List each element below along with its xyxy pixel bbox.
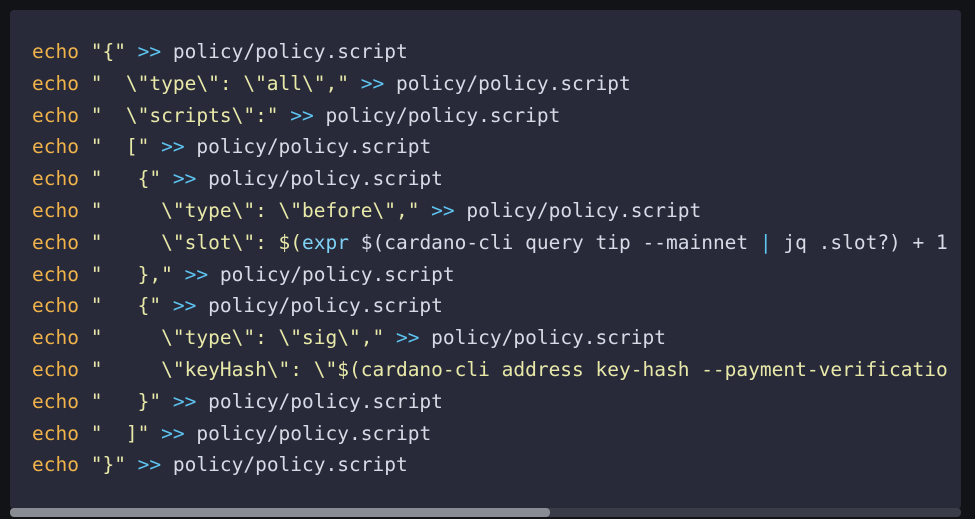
code-line: echo "{" >> policy/policy.script (32, 36, 961, 68)
code-operator: >> (395, 326, 420, 350)
code-keyword: echo (32, 198, 79, 222)
code-keyword: echo (32, 262, 79, 286)
code-string: " \"keyHash\": \"$(cardano-cli address k… (78, 357, 948, 381)
code-string: "{" (78, 40, 138, 63)
code-operator: >> (161, 421, 185, 445)
code-operator: >> (161, 135, 185, 159)
code-text: policy/policy.script (184, 421, 432, 445)
code-keyword: echo (32, 421, 79, 445)
code-line: echo " {" >> policy/policy.script (32, 163, 961, 195)
code-string: " \"type\": \"all\"," (78, 71, 361, 95)
code-line: echo " }," >> policy/policy.script (32, 259, 961, 291)
code-operator: >> (184, 262, 209, 286)
code-body: echo "{" >> policy/policy.script echo " \… (32, 36, 961, 481)
code-string: " {" (78, 294, 173, 318)
code-text: policy/policy.script (196, 389, 443, 413)
code-block: echo "{" >> policy/policy.script echo " \… (10, 10, 961, 509)
code-operator: >> (172, 294, 197, 318)
code-text: policy/policy.script (384, 71, 631, 95)
code-text: policy/policy.script (161, 40, 408, 63)
code-operator: >> (137, 453, 162, 477)
code-operator: >> (290, 103, 314, 127)
code-string: " \"scripts\":" (78, 103, 291, 127)
code-text: policy/policy.script (208, 262, 455, 286)
code-text: policy/policy.script (313, 103, 561, 127)
code-string: " \"type\": \"before\"," (78, 198, 432, 222)
code-string: " }" (78, 389, 173, 413)
horizontal-scrollbar[interactable] (10, 508, 961, 517)
code-line: echo " }" >> policy/policy.script (32, 386, 961, 418)
code-keyword: echo (32, 389, 79, 413)
code-keyword: echo (32, 294, 79, 318)
code-keyword: echo (32, 135, 79, 159)
code-line: echo "}" >> policy/policy.script (32, 449, 961, 481)
code-keyword: echo (32, 453, 79, 477)
code-string: "}" (78, 453, 138, 477)
code-string: " }," (78, 262, 185, 286)
code-line: echo " \"keyHash\": \"$(cardano-cli addr… (32, 354, 961, 386)
code-operator: expr (302, 230, 349, 254)
scrollbar-thumb[interactable] (10, 508, 550, 517)
code-string: " \"slot\": $( (78, 230, 303, 254)
code-line: echo " \"type\": \"sig\"," >> policy/pol… (32, 322, 961, 354)
code-text: policy/policy.script (184, 135, 432, 159)
code-text: policy/policy.script (196, 294, 443, 318)
code-line: echo " \"scripts\":" >> policy/policy.sc… (32, 100, 961, 132)
code-text: policy/policy.script (161, 453, 408, 477)
code-string: " \"type\": \"sig\"," (78, 326, 396, 350)
code-text: policy/policy.script (454, 198, 702, 222)
code-keyword: echo (32, 357, 79, 381)
code-text: $(cardano-cli query tip --mainnet | jq .… (349, 230, 948, 254)
code-operator: >> (360, 71, 385, 95)
code-keyword: echo (32, 71, 79, 95)
code-keyword: echo (32, 326, 79, 350)
code-string: " [" (78, 135, 162, 159)
code-text: policy/policy.script (419, 326, 666, 350)
code-line: echo " \"type\": \"all\"," >> policy/pol… (32, 68, 961, 100)
code-keyword: echo (32, 40, 79, 63)
code-operator: >> (172, 389, 197, 413)
code-operator: >> (137, 40, 162, 63)
code-keyword: echo (32, 167, 79, 191)
code-line: echo " [" >> policy/policy.script (32, 131, 961, 163)
code-string: " ]" (78, 421, 162, 445)
code-line: echo " {" >> policy/policy.script (32, 290, 961, 322)
code-line: echo " \"type\": \"before\"," >> policy/… (32, 195, 961, 227)
code-string: " {" (78, 167, 173, 191)
code-line: echo " \"slot\": $(expr $(cardano-cli qu… (32, 227, 961, 259)
code-operator: >> (431, 198, 455, 222)
code-line: echo " ]" >> policy/policy.script (32, 418, 961, 450)
code-operator: >> (172, 167, 197, 191)
code-text: policy/policy.script (196, 167, 443, 191)
code-keyword: echo (32, 103, 79, 127)
code-keyword: echo (32, 230, 79, 254)
